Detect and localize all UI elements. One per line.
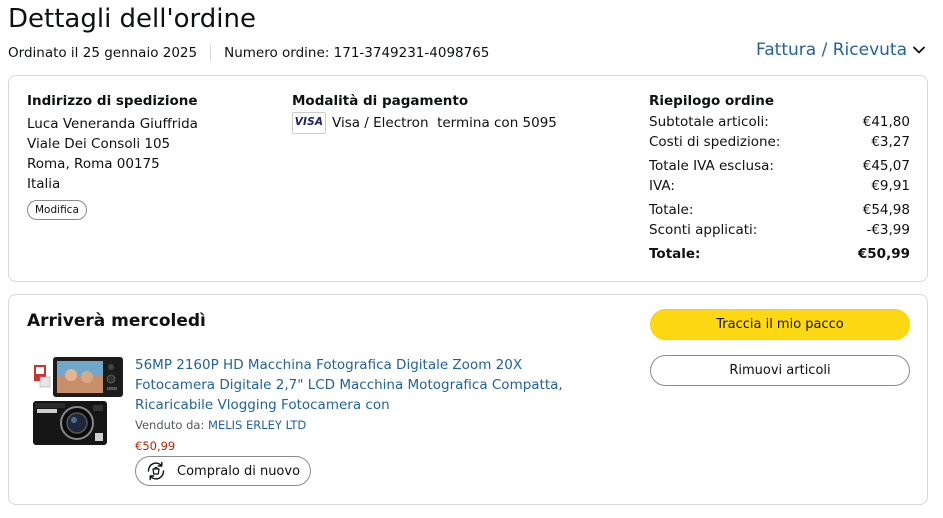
seller-info: Venduto da: MELIS ERLEY LTD <box>135 418 306 432</box>
summary-value: €45,07 <box>862 158 910 174</box>
chevron-down-icon[interactable] <box>912 43 926 57</box>
address-line: Viale Dei Consoli 105 <box>27 136 171 152</box>
summary-row: Totale: €54,98 <box>649 200 910 220</box>
summary-row: IVA: €9,91 <box>649 176 910 196</box>
summary-total-label: Totale: <box>649 246 701 262</box>
summary-row: Costi di spedizione: €3,27 <box>649 132 910 152</box>
summary-row: Subtotale articoli: €41,80 <box>649 112 910 132</box>
summary-row: Totale IVA esclusa: €45,07 <box>649 156 910 176</box>
order-date: Ordinato il 25 gennaio 2025 <box>8 45 198 61</box>
summary-total-value: €50,99 <box>857 246 910 262</box>
summary-total-row: Totale: €50,99 <box>649 244 910 264</box>
payment-heading: Modalità di pagamento <box>292 93 469 109</box>
page-title: Dettagli dell'ordine <box>8 4 256 34</box>
card-description: Visa / Electron termina con 5095 <box>332 115 557 131</box>
buy-again-icon <box>147 461 165 481</box>
address-line: Roma, Roma 00175 <box>27 156 160 172</box>
summary-label: Totale IVA esclusa: <box>649 158 774 174</box>
summary-label: Sconti applicati: <box>649 222 758 238</box>
product-title-link[interactable]: 56MP 2160P HD Macchina Fotografica Digit… <box>135 355 605 415</box>
address-line: Luca Veneranda Giuffrida <box>27 116 198 132</box>
buy-again-label[interactable]: Compralo di nuovo <box>177 464 300 479</box>
delivery-heading: Arriverà mercoledì <box>27 311 206 331</box>
shipment-box: Arriverà mercoledì Traccia il mio pacco … <box>8 294 928 505</box>
address-line: Italia <box>27 176 61 192</box>
meta-divider <box>210 45 212 61</box>
summary-label: Subtotale articoli: <box>649 114 769 130</box>
edit-address-button[interactable]: Modifica <box>27 200 87 220</box>
buy-again-button[interactable]: Compralo di nuovo <box>135 456 312 486</box>
address-block: Luca Veneranda Giuffrida Viale Dei Conso… <box>27 114 198 194</box>
order-number: Numero ordine: 171-3749231-4098765 <box>224 45 490 61</box>
summary-value: €3,27 <box>871 134 910 150</box>
summary-heading: Riepilogo ordine <box>649 93 775 109</box>
sold-by-label: Venduto da: <box>135 418 205 432</box>
order-meta: Ordinato il 25 gennaio 2025 Numero ordin… <box>8 45 489 61</box>
summary-row: Sconti applicati: -€3,99 <box>649 220 910 240</box>
summary-value: €41,80 <box>862 114 910 130</box>
shipping-address-section: Indirizzo di spedizione Luca Veneranda G… <box>27 93 198 220</box>
order-summary-section: Riepilogo ordine Subtotale articoli: €41… <box>649 93 910 264</box>
product-price: €50,99 <box>135 439 176 453</box>
payment-method: VISA Visa / Electron termina con 5095 <box>292 112 557 134</box>
summary-label: Costi di spedizione: <box>649 134 781 150</box>
summary-value: €54,98 <box>862 202 910 218</box>
summary-label: IVA: <box>649 178 675 194</box>
shipping-heading: Indirizzo di spedizione <box>27 93 198 109</box>
order-details-box: Indirizzo di spedizione Luca Veneranda G… <box>8 75 928 282</box>
invoice-link-label[interactable]: Fattura / Ricevuta <box>756 40 907 60</box>
summary-value: €9,91 <box>871 178 910 194</box>
track-package-button[interactable]: Traccia il mio pacco <box>650 309 910 340</box>
invoice-link[interactable]: Fattura / Ricevuta <box>756 40 926 60</box>
product-image[interactable] <box>29 353 124 448</box>
remove-items-button[interactable]: Rimuovi articoli <box>650 355 910 386</box>
summary-label: Totale: <box>649 202 694 218</box>
payment-section: Modalità di pagamento VISA Visa / Electr… <box>292 93 557 134</box>
visa-card-icon: VISA <box>292 112 326 134</box>
seller-link[interactable]: MELIS ERLEY LTD <box>208 418 306 432</box>
summary-value: -€3,99 <box>866 222 910 238</box>
